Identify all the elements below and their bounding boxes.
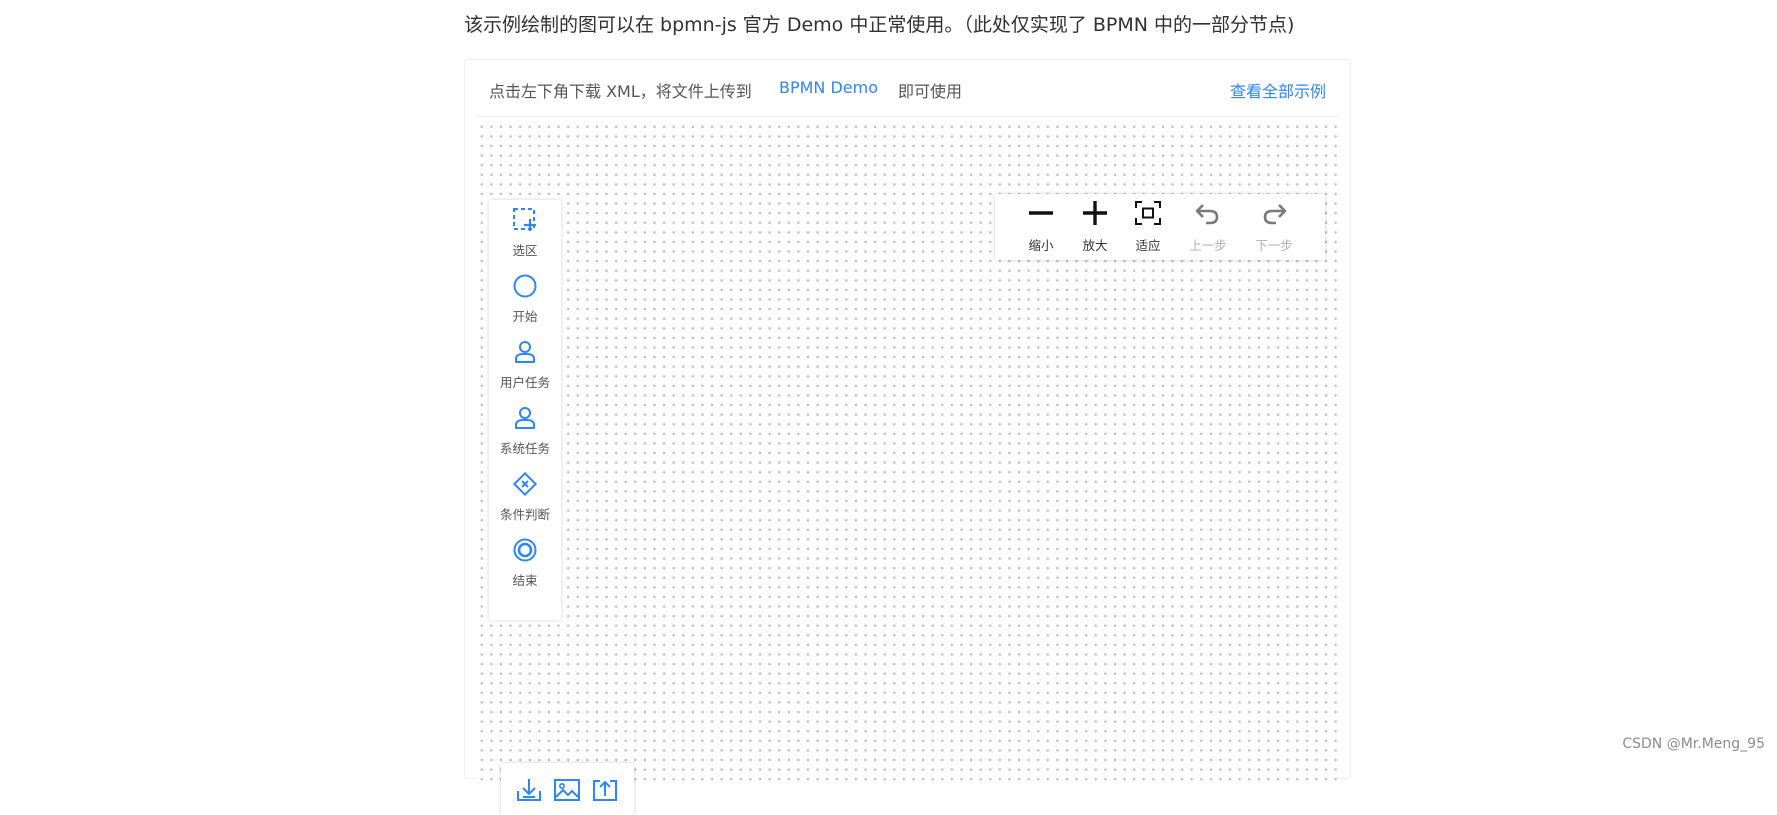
element-palette: 选区 开始 用户任务 系统任务 [489, 200, 561, 620]
palette-label-selection: 选区 [489, 240, 561, 259]
download-xml-button[interactable] [515, 777, 543, 803]
undo-icon [1194, 200, 1222, 226]
palette-label-gateway: 条件判断 [489, 504, 561, 523]
zoom-in-button[interactable]: 放大 [1075, 194, 1115, 260]
usage-note: 即可使用 [898, 78, 962, 102]
palette-label-end: 结束 [489, 570, 561, 589]
palette-label-system-task: 系统任务 [489, 438, 561, 457]
plus-icon [1081, 200, 1109, 226]
fit-viewport-button[interactable]: 适应 [1126, 194, 1170, 260]
system-task-icon [511, 404, 539, 432]
palette-item-end[interactable]: 结束 [489, 530, 561, 592]
user-task-icon [511, 338, 539, 366]
diagram-canvas[interactable]: 选区 开始 用户任务 系统任务 [477, 122, 1339, 782]
zoom-history-toolbar: 缩小 放大 适应 上一 [995, 194, 1325, 260]
fit-label: 适应 [1126, 235, 1170, 254]
intro-text: 该示例绘制的图可以在 bpmn-js 官方 Demo 中正常使用。（此处仅实现了… [464, 10, 1294, 37]
export-image-icon [553, 777, 581, 803]
selection-icon [511, 206, 539, 234]
palette-label-start: 开始 [489, 306, 561, 325]
upload-instructions: 点击左下角下载 XML，将文件上传到 [489, 78, 752, 102]
download-xml-icon [515, 777, 543, 803]
upload-icon [591, 777, 619, 803]
minus-icon [1027, 200, 1055, 226]
upload-button[interactable] [591, 777, 619, 803]
palette-item-user-task[interactable]: 用户任务 [489, 332, 561, 394]
undo-button[interactable]: 上一步 [1182, 194, 1234, 260]
palette-item-selection[interactable]: 选区 [489, 200, 561, 262]
bpmn-demo-link[interactable]: BPMN Demo [779, 78, 878, 97]
csdn-watermark: CSDN @Mr.Meng_95 [1622, 736, 1765, 752]
undo-label: 上一步 [1182, 235, 1234, 254]
zoom-in-label: 放大 [1075, 235, 1115, 254]
redo-label: 下一步 [1248, 235, 1300, 254]
end-event-icon [511, 536, 539, 564]
export-image-button[interactable] [553, 777, 581, 803]
zoom-out-label: 缩小 [1021, 235, 1061, 254]
palette-item-gateway[interactable]: 条件判断 [489, 464, 561, 526]
start-event-icon [511, 272, 539, 300]
export-toolbar [501, 763, 634, 815]
all-examples-link[interactable]: 查看全部示例 [1230, 78, 1326, 102]
demo-card: 点击左下角下载 XML，将文件上传到 BPMN Demo 即可使用 查看全部示例… [464, 59, 1351, 779]
redo-icon [1260, 200, 1288, 226]
palette-item-system-task[interactable]: 系统任务 [489, 398, 561, 460]
redo-button[interactable]: 下一步 [1248, 194, 1300, 260]
zoom-out-button[interactable]: 缩小 [1021, 194, 1061, 260]
palette-label-user-task: 用户任务 [489, 372, 561, 391]
fit-screen-icon [1134, 200, 1162, 226]
header-divider [477, 116, 1338, 117]
gateway-icon [511, 470, 539, 498]
palette-item-start[interactable]: 开始 [489, 266, 561, 328]
card-header: 点击左下角下载 XML，将文件上传到 BPMN Demo 即可使用 查看全部示例 [465, 60, 1350, 116]
